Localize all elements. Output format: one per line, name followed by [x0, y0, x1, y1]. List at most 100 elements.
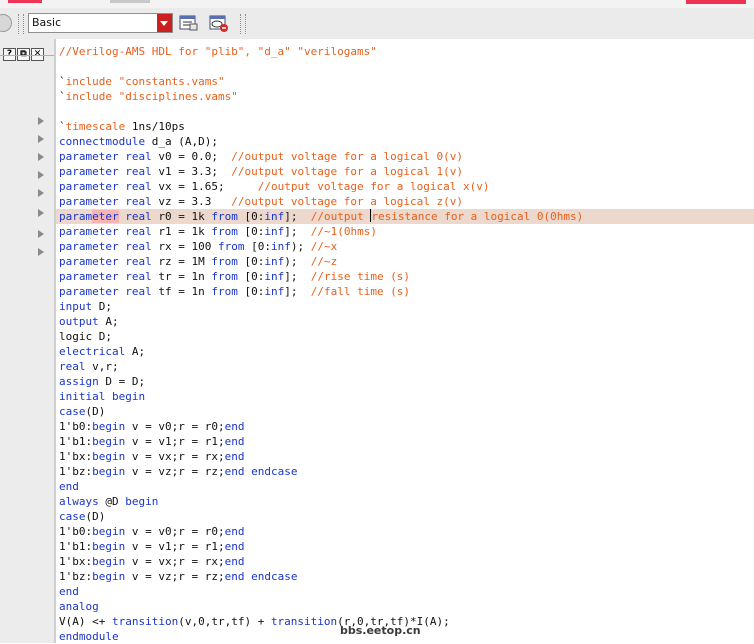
round-button-icon[interactable]: [0, 14, 12, 32]
code-text: D = D;: [98, 375, 146, 388]
code-text: [0:: [237, 210, 265, 223]
code-line[interactable]: 1'b0:begin v = v0;r = r0;end: [56, 419, 754, 434]
code-comment: resistance for a logical 0(0hms): [371, 210, 584, 223]
code-line-text: end: [59, 584, 79, 599]
code-line[interactable]: parameter real vz = 3.3 //output voltage…: [56, 194, 754, 209]
code-line[interactable]: output A;: [56, 314, 754, 329]
code-line[interactable]: [56, 59, 754, 74]
code-text: );: [290, 240, 311, 253]
code-line[interactable]: 1'bx:begin v = vx;r = rx;end: [56, 554, 754, 569]
code-line[interactable]: parameter real r0 = 1k from [0:inf]; //o…: [56, 209, 754, 224]
code-keyword: real: [125, 255, 152, 268]
code-text: 1'bx:: [59, 450, 93, 463]
mode-select[interactable]: Basic: [28, 13, 173, 33]
code-line-text: parameter real v0 = 0.0; //output voltag…: [59, 149, 463, 164]
code-line[interactable]: parameter real tr = 1n from [0:inf]; //r…: [56, 269, 754, 284]
hide-window-icon[interactable]: [209, 14, 229, 32]
code-keyword: case: [59, 405, 86, 418]
expand-arrow-icon[interactable]: [38, 209, 44, 217]
code-keyword: analog: [59, 600, 99, 613]
expand-arrow-icon[interactable]: [38, 230, 44, 238]
code-line[interactable]: always @D begin: [56, 494, 754, 509]
code-keyword: end: [59, 480, 79, 493]
code-keyword: output: [59, 315, 99, 328]
code-keyword: begin: [92, 450, 126, 463]
code-line[interactable]: electrical A;: [56, 344, 754, 359]
code-line[interactable]: 1'bz:begin v = vz;r = rz;end endcase: [56, 569, 754, 584]
code-line[interactable]: `include "disciplines.vams": [56, 89, 754, 104]
list-window-icon[interactable]: [179, 14, 199, 32]
expand-arrow-icon[interactable]: [38, 135, 44, 143]
code-text: (D): [85, 405, 106, 418]
toolbar-grip[interactable]: [240, 14, 246, 34]
code-line[interactable]: assign D = D;: [56, 374, 754, 389]
code-line[interactable]: parameter real v1 = 3.3; //output voltag…: [56, 164, 754, 179]
code-line[interactable]: case(D): [56, 404, 754, 419]
code-text: logic D;: [59, 330, 112, 343]
code-keyword: parameter: [59, 285, 119, 298]
code-text: v = vz;r = rz;: [125, 570, 225, 583]
code-line-text: 1'bx:begin v = vx;r = rx;end: [59, 554, 244, 569]
code-keyword: electrical: [59, 345, 126, 358]
code-line[interactable]: parameter real r1 = 1k from [0:inf]; //~…: [56, 224, 754, 239]
code-line-text: case(D): [59, 509, 105, 524]
code-line[interactable]: end: [56, 584, 754, 599]
code-text: v = v0;r = r0;: [125, 525, 225, 538]
code-text: (v,0,tr,tf) +: [178, 615, 271, 628]
code-line[interactable]: case(D): [56, 509, 754, 524]
code-line[interactable]: `timescale 1ns/10ps: [56, 119, 754, 134]
code-line-text: real v,r;: [59, 359, 119, 374]
code-comment: //Verilog-AMS HDL for "plib", "d_a" "ver…: [59, 45, 377, 58]
chevron-down-icon[interactable]: [157, 14, 172, 32]
code-line[interactable]: real v,r;: [56, 359, 754, 374]
code-line-text: output A;: [59, 314, 119, 329]
code-text: v = v1;r = r1;: [125, 435, 225, 448]
watermark: bbs.eetop.cn: [340, 624, 421, 637]
code-line[interactable]: parameter real v0 = 0.0; //output voltag…: [56, 149, 754, 164]
code-keyword: parameter: [59, 225, 119, 238]
code-line[interactable]: 1'bz:begin v = vz;r = rz;end endcase: [56, 464, 754, 479]
tab-fragment: [110, 0, 150, 3]
code-keyword: assign: [59, 375, 99, 388]
code-keyword: parameter: [59, 150, 119, 163]
toolbar-grip[interactable]: [18, 14, 24, 34]
code-line[interactable]: analog: [56, 599, 754, 614]
expand-arrow-icon[interactable]: [38, 117, 44, 125]
code-keyword: begin: [92, 555, 126, 568]
code-line[interactable]: 1'bx:begin v = vx;r = rx;end: [56, 449, 754, 464]
expand-arrow-icon[interactable]: [38, 153, 44, 161]
code-comment: "constants.vams": [118, 75, 225, 88]
code-editor[interactable]: //Verilog-AMS HDL for "plib", "d_a" "ver…: [56, 39, 754, 643]
code-line[interactable]: 1'b1:begin v = v1;r = r1;end: [56, 539, 754, 554]
code-line[interactable]: parameter real vx = 1.65; //output volta…: [56, 179, 754, 194]
expand-arrow-icon[interactable]: [38, 171, 44, 179]
code-line[interactable]: 1'b0:begin v = v0;r = r0;end: [56, 524, 754, 539]
code-line[interactable]: 1'b1:begin v = v1;r = r1;end: [56, 434, 754, 449]
code-text: vx = 1.65;: [151, 180, 258, 193]
code-line[interactable]: input D;: [56, 299, 754, 314]
code-line[interactable]: parameter real rx = 100 from [0:inf); //…: [56, 239, 754, 254]
code-line[interactable]: parameter real tf = 1n from [0:inf]; //f…: [56, 284, 754, 299]
code-line-text: endmodule: [59, 629, 119, 644]
code-text: v = vx;r = rx;: [125, 450, 225, 463]
code-line-text: logic D;: [59, 329, 112, 344]
code-line-text: 1'b0:begin v = v0;r = r0;end: [59, 524, 244, 539]
code-keyword: begin: [92, 525, 126, 538]
code-line[interactable]: [56, 104, 754, 119]
code-line[interactable]: parameter real rz = 1M from [0:inf); //~…: [56, 254, 754, 269]
code-line-text: `timescale 1ns/10ps: [59, 119, 185, 134]
code-text: 1'bz:: [59, 465, 93, 478]
code-line[interactable]: connectmodule d_a (A,D);: [56, 134, 754, 149]
code-line[interactable]: `include "constants.vams": [56, 74, 754, 89]
code-line-text: parameter real vx = 1.65; //output volta…: [59, 179, 490, 194]
code-line[interactable]: //Verilog-AMS HDL for "plib", "d_a" "ver…: [56, 44, 754, 59]
left-panel: ? ⧉ ✕: [0, 39, 55, 643]
code-line[interactable]: initial begin: [56, 389, 754, 404]
code-line-text: parameter real r1 = 1k from [0:inf]; //~…: [59, 224, 377, 239]
code-keyword: initial: [59, 390, 106, 403]
expand-arrow-icon[interactable]: [38, 248, 44, 256]
expand-arrow-icon[interactable]: [38, 189, 44, 197]
code-line[interactable]: end: [56, 479, 754, 494]
code-line[interactable]: logic D;: [56, 329, 754, 344]
code-comment: //~x: [310, 240, 338, 253]
